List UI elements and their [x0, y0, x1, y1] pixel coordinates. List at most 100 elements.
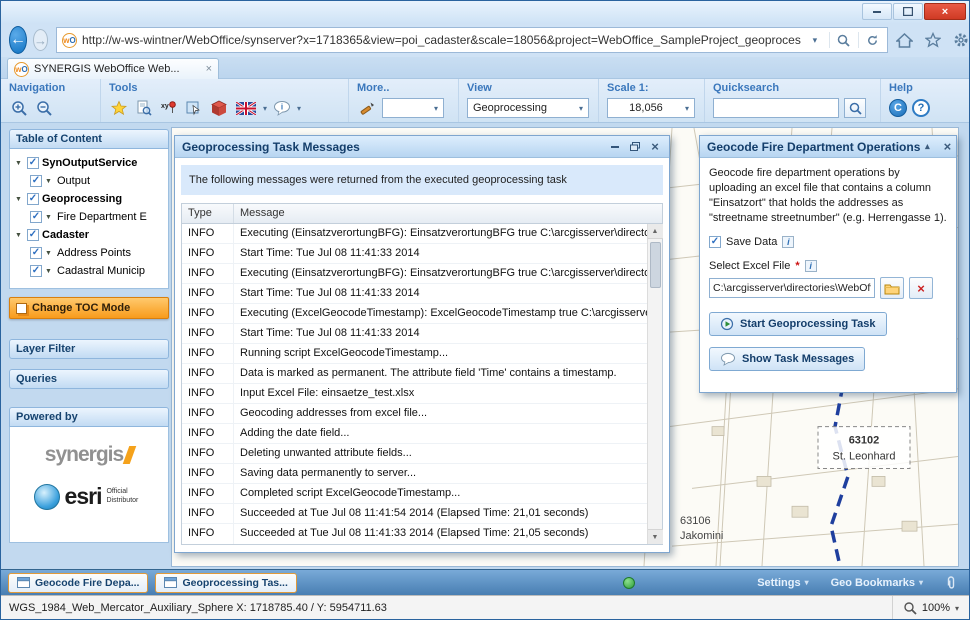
scroll-down-icon[interactable]: ▼: [648, 529, 663, 544]
layer-filter-panel-header[interactable]: Layer Filter: [9, 339, 169, 359]
paperclip-icon[interactable]: [945, 575, 957, 591]
table-row[interactable]: INFOExecuting (EinsatzverortungBFG): Ein…: [182, 264, 662, 284]
back-button[interactable]: ←: [9, 26, 27, 54]
vertical-scrollbar[interactable]: ▲ ▼: [647, 224, 662, 544]
quicksearch-input[interactable]: [713, 98, 839, 118]
info-balloon-icon[interactable]: i: [272, 98, 292, 118]
tree-expand-icon[interactable]: ▼: [15, 160, 24, 167]
view-select[interactable]: Geoprocessing ▾: [467, 98, 589, 118]
table-row[interactable]: INFOStart Time: Tue Jul 08 11:41:33 2014: [182, 244, 662, 264]
show-task-messages-button[interactable]: Show Task Messages: [709, 347, 865, 371]
legend-expand-icon[interactable]: ▼: [45, 250, 54, 257]
tree-item-address-points[interactable]: ✓ ▼ Address Points: [15, 244, 166, 262]
clear-file-button[interactable]: ×: [909, 277, 933, 299]
info-icon[interactable]: i: [782, 236, 794, 248]
table-row[interactable]: INFOStart Time: Tue Jul 08 11:41:33 2014: [182, 284, 662, 304]
scale-select[interactable]: 18,056 ▾: [607, 98, 695, 118]
table-row[interactable]: INFOGeocoding addresses from excel file.…: [182, 404, 662, 424]
layer-checkbox[interactable]: ✓: [27, 229, 39, 241]
table-row[interactable]: INFOSucceeded at Tue Jul 08 11:41:33 201…: [182, 524, 662, 544]
flag-dropdown-chevron-icon[interactable]: ▾: [263, 104, 267, 113]
tree-expand-icon[interactable]: ▼: [15, 232, 24, 239]
geocode-panel-header[interactable]: Geocode Fire Department Operations ▴ ×: [700, 136, 956, 158]
balloon-dropdown-chevron-icon[interactable]: ▾: [297, 104, 301, 113]
legend-expand-icon[interactable]: ▼: [45, 178, 54, 185]
question-help-icon[interactable]: ?: [912, 99, 930, 117]
more-tools-select[interactable]: ▾: [382, 98, 444, 118]
address-dropdown-icon[interactable]: ▾: [806, 30, 824, 50]
geo-bookmarks-menu[interactable]: Geo Bookmarks ▾: [831, 577, 923, 589]
home-icon[interactable]: [896, 33, 913, 48]
tree-item-geoprocessing[interactable]: ▼ ✓ Geoprocessing: [15, 190, 166, 208]
forward-button[interactable]: →: [33, 29, 48, 51]
tree-expand-icon[interactable]: ▼: [15, 196, 24, 203]
quicksearch-button[interactable]: [844, 98, 866, 118]
language-flag-icon[interactable]: [234, 98, 258, 118]
panel-close-icon[interactable]: ×: [940, 140, 954, 154]
task-button-geoprocessing[interactable]: Geoprocessing Tas...: [155, 573, 296, 593]
start-geoprocessing-button[interactable]: Start Geoprocessing Task: [709, 312, 887, 336]
layer-checkbox[interactable]: ✓: [30, 211, 42, 223]
scrollbar-thumb[interactable]: [650, 242, 661, 288]
search-icon[interactable]: [835, 30, 853, 50]
table-row[interactable]: INFOExecuting (ExcelGeocodeTimestamp): E…: [182, 304, 662, 324]
panel-close-icon[interactable]: ×: [648, 140, 662, 154]
excel-file-input[interactable]: [709, 278, 875, 298]
panel-restore-icon[interactable]: [628, 140, 642, 154]
identify-tool-icon[interactable]: [184, 98, 204, 118]
weboffice-help-icon[interactable]: C: [889, 99, 907, 117]
legend-expand-icon[interactable]: ▼: [45, 268, 54, 275]
table-row[interactable]: INFOCompleted script ExcelGeocodeTimesta…: [182, 484, 662, 504]
zoom-out-icon[interactable]: [34, 98, 54, 118]
refresh-icon[interactable]: [864, 30, 882, 50]
toc-panel-header[interactable]: Table of Content: [9, 129, 169, 149]
task-messages-panel-header[interactable]: Geoprocessing Task Messages ×: [175, 136, 669, 158]
window-maximize-button[interactable]: [893, 3, 923, 20]
tree-item-cadaster[interactable]: ▼ ✓ Cadaster: [15, 226, 166, 244]
zoom-in-icon[interactable]: [9, 98, 29, 118]
window-close-button[interactable]: ×: [924, 3, 966, 20]
table-row[interactable]: INFOAdding the date field...: [182, 424, 662, 444]
table-row[interactable]: INFODeleting unwanted attribute fields..…: [182, 444, 662, 464]
info-icon[interactable]: i: [805, 260, 817, 272]
task-button-geocode[interactable]: Geocode Fire Depa...: [8, 573, 148, 593]
table-row[interactable]: INFOInput Excel File: einsaetze_test.xls…: [182, 384, 662, 404]
address-field[interactable]: wO http://w-ws-wintner/WebOffice/synserv…: [56, 27, 888, 53]
layer-checkbox[interactable]: ✓: [30, 265, 42, 277]
column-header-type[interactable]: Type: [182, 204, 234, 223]
table-header[interactable]: Type Message: [182, 204, 662, 224]
column-header-message[interactable]: Message: [234, 204, 662, 223]
tree-item-cadastral-municipality[interactable]: ✓ ▼ Cadastral Municip: [15, 262, 166, 280]
panel-collapse-icon[interactable]: ▴: [920, 140, 934, 154]
table-row[interactable]: INFOSaving data permanently to server...: [182, 464, 662, 484]
powered-by-panel-header[interactable]: Powered by: [9, 407, 169, 427]
tree-item-fire-department[interactable]: ✓ ▼ Fire Department E: [15, 208, 166, 226]
window-minimize-button[interactable]: [862, 3, 892, 20]
3d-view-cube-icon[interactable]: [209, 98, 229, 118]
layer-checkbox[interactable]: ✓: [27, 193, 39, 205]
panel-minimize-icon[interactable]: [608, 140, 622, 154]
favorites-star-icon[interactable]: [925, 32, 941, 48]
tab-close-icon[interactable]: ×: [206, 63, 212, 75]
favorite-tool-star-icon[interactable]: [109, 98, 129, 118]
save-data-checkbox[interactable]: ✓: [709, 236, 721, 248]
print-preview-icon[interactable]: [134, 98, 154, 118]
table-row[interactable]: INFOStart Time: Tue Jul 08 11:41:33 2014: [182, 324, 662, 344]
browse-file-button[interactable]: [880, 277, 904, 299]
browser-tab[interactable]: wO SYNERGIS WebOffice Web... ×: [7, 58, 219, 79]
change-toc-mode-button[interactable]: Change TOC Mode: [9, 297, 169, 319]
scroll-up-icon[interactable]: ▲: [648, 224, 663, 239]
settings-gear-icon[interactable]: [953, 32, 969, 48]
legend-expand-icon[interactable]: ▼: [45, 214, 54, 221]
xy-coordinate-marker-icon[interactable]: xy: [159, 98, 179, 118]
table-row[interactable]: INFOExecuting (EinsatzverortungBFG): Ein…: [182, 224, 662, 244]
table-row[interactable]: INFOSucceeded at Tue Jul 08 11:41:54 201…: [182, 504, 662, 524]
tree-item-synoutputservice[interactable]: ▼ ✓ SynOutputService: [15, 154, 166, 172]
table-row[interactable]: INFORunning script ExcelGeocodeTimestamp…: [182, 344, 662, 364]
tree-item-output[interactable]: ✓ ▼ Output: [15, 172, 166, 190]
table-row[interactable]: INFOData is marked as permanent. The att…: [182, 364, 662, 384]
zoom-control[interactable]: 100% ▾: [892, 596, 959, 620]
measure-brush-icon[interactable]: [357, 98, 377, 118]
layer-checkbox[interactable]: ✓: [30, 247, 42, 259]
settings-menu[interactable]: Settings ▾: [757, 577, 808, 589]
